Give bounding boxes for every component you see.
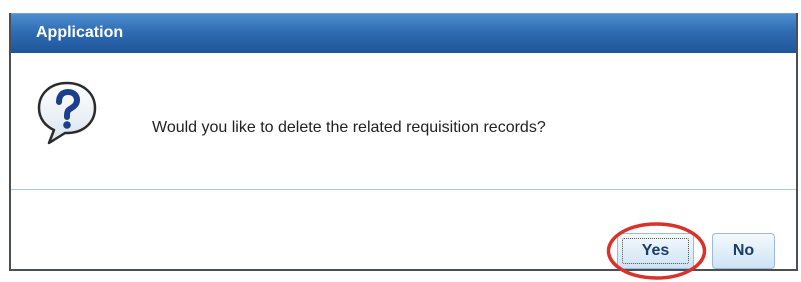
question-icon [37,81,97,145]
application-dialog: Application Would you like to delete the… [9,13,798,280]
dialog-footer: Yes No [11,190,796,280]
no-button-label: No [732,242,755,259]
no-button[interactable]: No [712,233,775,269]
yes-button-label: Yes [641,242,670,259]
dialog-title: Application [36,24,124,41]
dialog-title-bar[interactable]: Application [11,13,796,53]
dialog-message: Would you like to delete the related req… [152,119,546,136]
yes-button[interactable]: Yes [617,233,694,269]
dialog-body: Would you like to delete the related req… [11,53,796,189]
